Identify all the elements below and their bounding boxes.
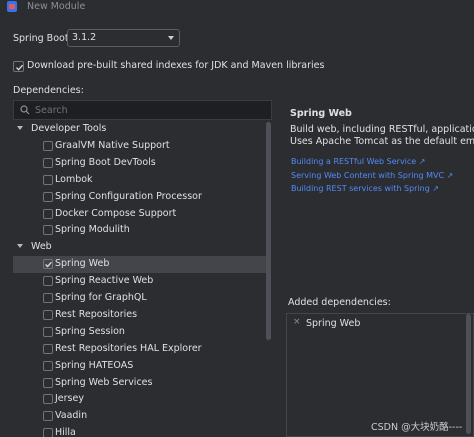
- dependency-checkbox[interactable]: [43, 225, 53, 236]
- dependency-item[interactable]: Docker Compose Support: [13, 206, 269, 223]
- dependency-checkbox[interactable]: [43, 394, 53, 405]
- dependency-item[interactable]: Spring Reactive Web: [13, 273, 269, 290]
- dependency-item[interactable]: Jersey: [13, 391, 269, 408]
- dependency-description-line-1: Build web, including RESTful, applicatio…: [290, 124, 474, 135]
- added-dependency-label: Spring Web: [306, 318, 361, 329]
- dependency-checkbox[interactable]: [43, 377, 53, 388]
- dependency-search-input[interactable]: Search: [13, 100, 272, 120]
- chevron-down-icon: [168, 36, 174, 40]
- dependencies-scrollbar[interactable]: [266, 122, 271, 340]
- dependency-item[interactable]: GraalVM Native Support: [13, 138, 269, 155]
- dependency-label: Spring Web: [55, 258, 110, 270]
- dependency-checkbox[interactable]: [43, 428, 53, 437]
- dependency-item[interactable]: Spring HATEOAS: [13, 358, 269, 375]
- spring-boot-label: Spring Boot:: [13, 33, 72, 44]
- dependency-label: Hilla: [55, 427, 76, 437]
- guide-link-serving-web-content[interactable]: Serving Web Content with Spring MVC ↗: [291, 171, 453, 180]
- dependency-group-label: Web: [31, 241, 52, 253]
- dependency-label: GraalVM Native Support: [55, 139, 170, 151]
- dependency-item[interactable]: Spring Web Services: [13, 375, 269, 392]
- dependency-label: Spring Modulith: [55, 224, 130, 236]
- dependency-group-label: Developer Tools: [31, 123, 107, 134]
- dependency-item[interactable]: Spring Configuration Processor: [13, 189, 269, 206]
- search-placeholder: Search: [35, 105, 68, 116]
- chevron-down-icon[interactable]: [17, 244, 23, 249]
- search-icon: [20, 105, 30, 115]
- dependencies-label: Dependencies:: [13, 85, 84, 96]
- dependency-label: Docker Compose Support: [55, 207, 177, 219]
- dependency-detail-title: Spring Web: [290, 108, 352, 119]
- dependency-item[interactable]: Rest Repositories: [13, 307, 269, 324]
- spring-boot-version-select[interactable]: 3.1.2: [67, 29, 180, 47]
- added-dependencies-scrollbar[interactable]: [466, 314, 471, 434]
- dependency-item[interactable]: Spring Boot DevTools: [13, 155, 269, 172]
- download-indexes-checkbox[interactable]: [13, 61, 24, 72]
- dependency-checkbox[interactable]: [43, 208, 53, 219]
- dependency-label: Lombok: [55, 173, 93, 185]
- dependency-item[interactable]: Spring Modulith: [13, 222, 269, 239]
- dependency-label: Spring HATEOAS: [55, 359, 134, 371]
- guide-link-rest-services[interactable]: Building REST services with Spring ↗: [291, 184, 439, 193]
- checkmark-icon: [16, 64, 24, 71]
- dependency-checkbox[interactable]: [43, 309, 53, 320]
- spring-boot-version-value: 3.1.2: [72, 32, 97, 43]
- dependency-label: Spring Configuration Processor: [55, 190, 202, 202]
- intellij-app-icon: [7, 1, 17, 12]
- csdn-watermark: CSDN @大块奶酪----: [371, 422, 463, 433]
- dependency-checkbox[interactable]: [43, 293, 53, 303]
- dependency-label: Rest Repositories HAL Explorer: [55, 342, 202, 354]
- dependency-label: Vaadin: [55, 410, 88, 422]
- dependency-checkbox[interactable]: [43, 276, 53, 287]
- dependency-checkbox[interactable]: [43, 157, 53, 168]
- chevron-down-icon[interactable]: [17, 126, 23, 130]
- dependency-description-line-2: Uses Apache Tomcat as the default embedd…: [290, 136, 474, 147]
- dependency-label: Spring Session: [55, 325, 125, 337]
- dependency-checkbox[interactable]: [43, 140, 53, 151]
- dependency-checkbox[interactable]: [43, 360, 53, 371]
- dependency-checkbox[interactable]: [43, 259, 53, 270]
- dependency-item[interactable]: Vaadin: [13, 408, 269, 425]
- dependency-group[interactable]: Developer Tools: [13, 121, 269, 138]
- dependency-item[interactable]: Rest Repositories HAL Explorer: [13, 341, 269, 358]
- dependency-label: Jersey: [55, 393, 84, 405]
- dependency-label: Spring Reactive Web: [55, 275, 154, 287]
- checkmark-icon: [45, 261, 52, 268]
- dependency-label: Spring Web Services: [55, 376, 153, 388]
- dependency-item[interactable]: Spring Web: [13, 256, 269, 274]
- dependency-label: Spring Boot DevTools: [55, 156, 156, 168]
- dependency-item[interactable]: Hilla: [13, 425, 269, 437]
- title-bar: New Module: [0, 0, 474, 16]
- window-title: New Module: [27, 1, 86, 12]
- dependency-item[interactable]: Lombok: [13, 172, 269, 189]
- dependency-checkbox[interactable]: [43, 411, 53, 422]
- dependency-checkbox[interactable]: [43, 174, 53, 185]
- dependency-group[interactable]: Web: [13, 239, 269, 256]
- download-indexes-label: Download pre-built shared indexes for JD…: [27, 60, 325, 71]
- dependency-item[interactable]: Spring for GraphQL: [13, 290, 269, 307]
- remove-dependency-icon[interactable]: ×: [293, 317, 301, 327]
- dependency-label: Spring for GraphQL: [55, 292, 147, 303]
- dependencies-tree: Search Developer Tools GraalVM Native Sup…: [13, 100, 272, 437]
- dependency-checkbox[interactable]: [43, 343, 53, 354]
- added-dependencies-label: Added dependencies:: [288, 297, 391, 308]
- dependency-checkbox[interactable]: [43, 191, 53, 202]
- dependency-label: Rest Repositories: [55, 308, 138, 320]
- guide-link-restful-service[interactable]: Building a RESTful Web Service ↗: [291, 157, 425, 166]
- dependency-item[interactable]: Spring Session: [13, 324, 269, 341]
- dependency-checkbox[interactable]: [43, 326, 53, 337]
